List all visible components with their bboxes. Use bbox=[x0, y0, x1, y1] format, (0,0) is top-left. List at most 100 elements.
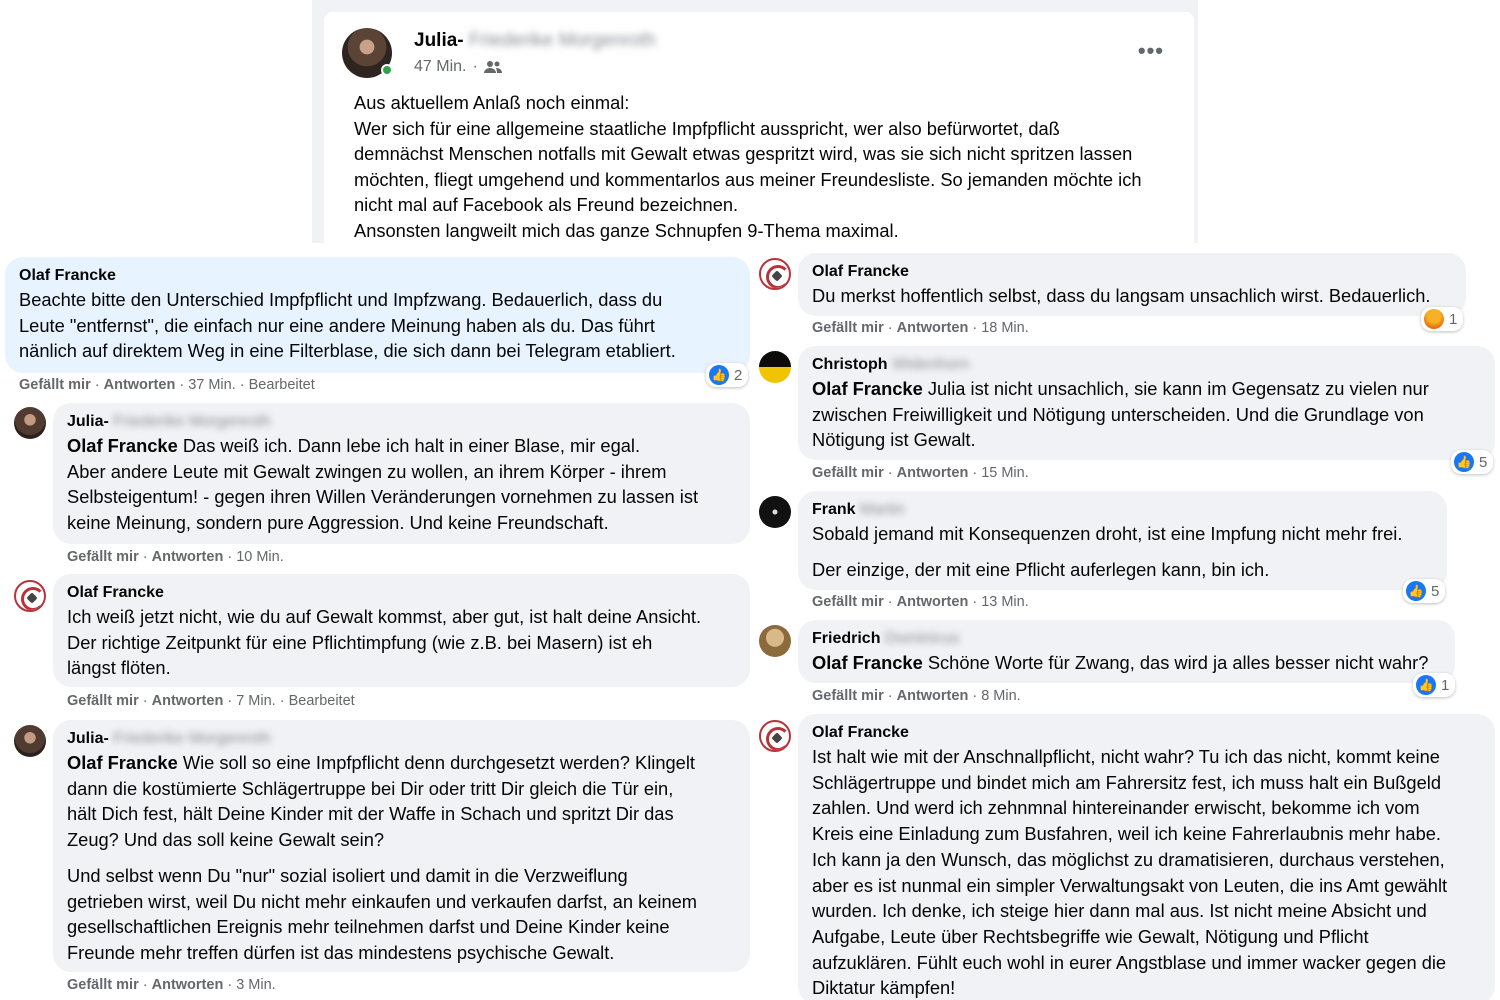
like-button[interactable]: Gefällt mir bbox=[67, 693, 139, 709]
reaction-count: 1 bbox=[1441, 676, 1450, 694]
comment-bubble: Christoph Widenhorn Olaf Francke Julia i… bbox=[798, 346, 1495, 460]
reply-button[interactable]: Antworten bbox=[897, 594, 969, 610]
comment-text: Olaf Francke Das weiß ich. Dann lebe ich… bbox=[67, 433, 736, 536]
comment-text-line: Zeug? Und das soll keine Gewalt sein? bbox=[67, 829, 385, 851]
online-status-icon bbox=[381, 64, 393, 76]
like-button[interactable]: Gefällt mir bbox=[67, 549, 139, 565]
comment-timestamp[interactable]: 8 Min. bbox=[981, 688, 1021, 704]
comment-author-first[interactable]: Julia- bbox=[67, 730, 109, 747]
dot-separator: · bbox=[472, 58, 478, 75]
comment-author-name[interactable]: Julia- Friederike Morgenroth bbox=[67, 728, 736, 750]
frank-avatar[interactable] bbox=[759, 496, 791, 528]
post-author-first[interactable]: Julia- bbox=[414, 30, 464, 51]
post-text-line: Ansonsten langweilt mich das ganze Schnu… bbox=[354, 219, 899, 241]
comment-bubble: Julia- Friederike Morgenroth Olaf Franck… bbox=[53, 403, 750, 544]
comment-actions: Gefällt mir · Antworten · 7 Min. · Bearb… bbox=[67, 693, 355, 709]
comment-text-line: wurden. Ich denke, ich steige hier dann … bbox=[812, 900, 1427, 922]
mention-tag[interactable]: Olaf Francke bbox=[812, 378, 923, 399]
comment-author-first[interactable]: Frank bbox=[812, 501, 856, 518]
dot-separator: · bbox=[968, 594, 982, 610]
comment-timestamp[interactable]: 7 Min. bbox=[236, 693, 276, 709]
post-meta: 47 Min. · bbox=[414, 58, 502, 76]
reply-button[interactable]: Antworten bbox=[152, 549, 224, 565]
reaction-count: 1 bbox=[1449, 310, 1458, 328]
comment-timestamp[interactable]: 18 Min. bbox=[981, 320, 1029, 336]
reaction-summary[interactable]: 👍 5 bbox=[1451, 450, 1494, 474]
comment-text-line: Nötigung ist Gewalt. bbox=[812, 429, 976, 451]
reply-button[interactable]: Antworten bbox=[104, 377, 176, 393]
comment-text: Beachte bitte den Unterschied Impfpflich… bbox=[19, 287, 736, 364]
angry-reaction-icon bbox=[1424, 309, 1444, 329]
comment-timestamp[interactable]: 15 Min. bbox=[981, 465, 1029, 481]
olaf-avatar[interactable] bbox=[759, 258, 791, 290]
post-container: Julia- Friederike Morgenroth 47 Min. · •… bbox=[312, 0, 1198, 243]
comment-bubble: Julia- Friederike Morgenroth Olaf Franck… bbox=[53, 720, 750, 972]
comment-timestamp[interactable]: 13 Min. bbox=[981, 594, 1029, 610]
comment-author-first[interactable]: Julia- bbox=[67, 413, 109, 430]
comment-text: Sobald jemand mit Konsequenzen droht, is… bbox=[812, 521, 1433, 582]
dot-separator: · bbox=[968, 320, 982, 336]
comment-author-first[interactable]: Christoph bbox=[812, 356, 888, 373]
comment-actions: Gefällt mir · Antworten · 8 Min. bbox=[812, 688, 1021, 704]
reply-button[interactable]: Antworten bbox=[152, 977, 224, 993]
comment-author-name[interactable]: Olaf Francke bbox=[19, 265, 736, 287]
comment-author-name[interactable]: Olaf Francke bbox=[812, 722, 1481, 744]
post-text-line: möchten, fliegt umgehend und kommentarlo… bbox=[354, 168, 1142, 190]
reply-button[interactable]: Antworten bbox=[152, 693, 224, 709]
julia-avatar[interactable] bbox=[14, 725, 46, 757]
comment-author-name[interactable]: Friedrich Dominicus bbox=[812, 628, 1441, 650]
comment-paragraph: Und selbst wenn Du "nur" sozial isoliert… bbox=[67, 863, 736, 966]
comment-bubble: Friedrich Dominicus Olaf Francke Schöne … bbox=[798, 620, 1455, 683]
reaction-summary[interactable]: 👍 2 bbox=[706, 363, 749, 387]
more-options-icon[interactable]: ••• bbox=[1138, 38, 1164, 64]
comment-timestamp[interactable]: 37 Min. bbox=[188, 377, 236, 393]
comment-text-line: Freunde mehr treffen dürfen ist das mind… bbox=[67, 941, 615, 963]
comment-author-name[interactable]: Olaf Francke bbox=[67, 582, 736, 604]
christoph-avatar[interactable] bbox=[759, 351, 791, 383]
reaction-summary[interactable]: 👍 5 bbox=[1403, 579, 1446, 603]
mention-tag[interactable]: Olaf Francke bbox=[67, 435, 178, 456]
reply-button[interactable]: Antworten bbox=[897, 320, 969, 336]
julia-avatar[interactable] bbox=[14, 407, 46, 439]
olaf-avatar[interactable] bbox=[759, 720, 791, 752]
like-button[interactable]: Gefällt mir bbox=[812, 320, 884, 336]
like-button[interactable]: Gefällt mir bbox=[812, 465, 884, 481]
reaction-count: 2 bbox=[734, 366, 743, 384]
comment-author-name[interactable]: Frank Martin bbox=[812, 499, 1433, 521]
comment-text-line: Der richtige Zeitpunkt für eine Pflichti… bbox=[67, 631, 653, 653]
comment-author-name[interactable]: Olaf Francke bbox=[812, 261, 1452, 283]
dot-separator: · bbox=[968, 688, 982, 704]
olaf-avatar[interactable] bbox=[14, 580, 46, 612]
dot-separator: · bbox=[223, 549, 237, 565]
comment-text-line: Ich kann ja den Wunsch, das möglichst zu… bbox=[812, 848, 1445, 870]
comment-text-line: längst flöten. bbox=[67, 657, 171, 679]
comment-timestamp[interactable]: 3 Min. bbox=[236, 977, 276, 993]
like-button[interactable]: Gefällt mir bbox=[19, 377, 91, 393]
comment-timestamp[interactable]: 10 Min. bbox=[236, 549, 284, 565]
comment-bubble: Frank Martin Sobald jemand mit Konsequen… bbox=[798, 491, 1447, 590]
reply-button[interactable]: Antworten bbox=[897, 465, 969, 481]
comment-paragraph: Olaf Francke Wie soll so eine Impfpflich… bbox=[67, 750, 736, 853]
comment-author-first[interactable]: Friedrich bbox=[812, 630, 880, 647]
friedrich-avatar[interactable] bbox=[759, 625, 791, 657]
comment-text-line: Olaf Francke Das weiß ich. Dann lebe ich… bbox=[67, 433, 736, 459]
like-button[interactable]: Gefällt mir bbox=[67, 977, 139, 993]
mention-tag[interactable]: Olaf Francke bbox=[67, 752, 178, 773]
reaction-summary[interactable]: 1 bbox=[1421, 307, 1464, 331]
comment-author-blurred: Dominicus bbox=[884, 630, 960, 647]
post-author-name[interactable]: Julia- Friederike Morgenroth bbox=[414, 30, 656, 52]
like-button[interactable]: Gefällt mir bbox=[812, 594, 884, 610]
comment-text: Olaf Francke Julia ist nicht unsachlich,… bbox=[812, 376, 1481, 453]
mention-tag[interactable]: Olaf Francke bbox=[812, 652, 923, 673]
comment-text-line: Der einzige, der mit eine Pflicht auferl… bbox=[812, 558, 1270, 580]
reaction-summary[interactable]: 👍 1 bbox=[1413, 673, 1456, 697]
comment-author-name[interactable]: Christoph Widenhorn bbox=[812, 354, 1481, 376]
post-author-avatar[interactable] bbox=[342, 28, 393, 78]
friends-icon[interactable] bbox=[483, 60, 502, 74]
comment-author-name[interactable]: Julia- Friederike Morgenroth bbox=[67, 411, 736, 433]
post-timestamp[interactable]: 47 Min. bbox=[414, 58, 466, 76]
reply-button[interactable]: Antworten bbox=[897, 688, 969, 704]
comment-text-line: aber es ist nunmal ein simpler Verwaltun… bbox=[812, 874, 1448, 896]
comment-author-blurred: Friederike Morgenroth bbox=[113, 730, 271, 747]
like-button[interactable]: Gefällt mir bbox=[812, 688, 884, 704]
